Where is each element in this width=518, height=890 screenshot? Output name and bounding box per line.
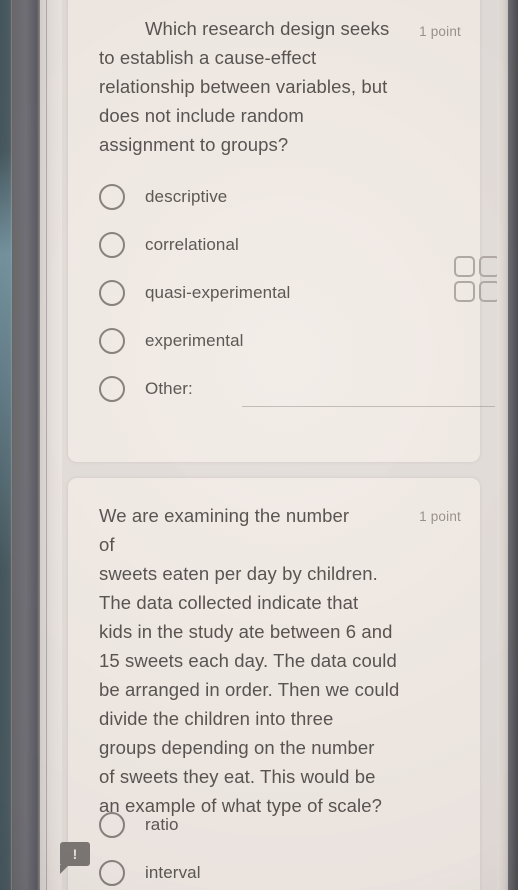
question-1-text-line-3: relationship between variables, but (99, 76, 388, 97)
question-2-text-line-8: groups depending on the number (99, 737, 375, 758)
question-1-text-line-1: Which research design seeks (145, 18, 390, 39)
question-1-text-line-4: does not include random (99, 105, 304, 126)
option-other[interactable]: Other: (99, 365, 495, 413)
option-label: correlational (145, 235, 239, 254)
question-1-text-line-5: assignment to groups? (99, 134, 289, 155)
option-interval[interactable]: interval (99, 849, 201, 890)
grid-square-bottom-left (454, 281, 475, 302)
radio-button-icon[interactable] (99, 328, 125, 354)
radio-button-icon[interactable] (99, 232, 125, 258)
warning-badge[interactable]: ! (60, 842, 90, 874)
photo-of-quiz-screen: 1 point Which research design seeks to e… (0, 0, 518, 890)
question-2-text-line-7: divide the children into three (99, 708, 334, 729)
question-card-2: 1 point We are examining the number of s… (68, 478, 480, 890)
question-1-options: descriptive correlational quasi-experime… (99, 173, 495, 413)
question-2-text-line-2: sweets eaten per day by children. (99, 563, 378, 584)
radio-button-icon[interactable] (99, 860, 125, 886)
question-2-text-line-1: We are examining the number of (99, 505, 350, 555)
option-label: descriptive (145, 187, 228, 206)
page-left-edge (40, 0, 62, 890)
option-label: Other: (145, 379, 193, 398)
question-1-text: Which research design seeks to establish… (99, 14, 429, 159)
question-1-text-line-2: to establish a cause-effect (99, 47, 317, 68)
option-label: experimental (145, 331, 244, 350)
option-quasi-experimental[interactable]: quasi-experimental (99, 269, 290, 317)
question-2-text-line-3: The data collected indicate that (99, 592, 359, 613)
question-2-text-line-4: kids in the study ate between 6 and (99, 621, 393, 642)
question-2-text-line-5: 15 sweets each day. The data could (99, 650, 397, 671)
question-2-text-line-9: of sweets they eat. This would be (99, 766, 376, 787)
question-2-options: ratio interval (99, 801, 201, 890)
page-right-edge (497, 0, 508, 890)
radio-button-icon[interactable] (99, 376, 125, 402)
device-right-bezel (508, 0, 518, 890)
other-text-input[interactable] (242, 406, 495, 407)
option-ratio[interactable]: ratio (99, 801, 201, 849)
left-bezel-reflection (0, 150, 12, 570)
radio-button-icon[interactable] (99, 812, 125, 838)
grid-square-top-left (454, 256, 475, 277)
option-descriptive[interactable]: descriptive (99, 173, 290, 221)
quiz-page: 1 point Which research design seeks to e… (62, 0, 500, 890)
exclamation-icon: ! (72, 846, 78, 862)
option-label: interval (145, 863, 201, 882)
question-2-text-line-6: be arranged in order. Then we could (99, 679, 400, 700)
grid-apps-icon[interactable] (454, 256, 500, 302)
question-card-1: 1 point Which research design seeks to e… (68, 0, 495, 462)
option-label: quasi-experimental (145, 283, 291, 302)
question-2-text: We are examining the number of sweets ea… (99, 501, 429, 820)
radio-button-icon[interactable] (99, 280, 125, 306)
option-experimental[interactable]: experimental (99, 317, 290, 365)
option-correlational[interactable]: correlational (99, 221, 290, 269)
radio-button-icon[interactable] (99, 184, 125, 210)
option-label: ratio (145, 815, 179, 834)
